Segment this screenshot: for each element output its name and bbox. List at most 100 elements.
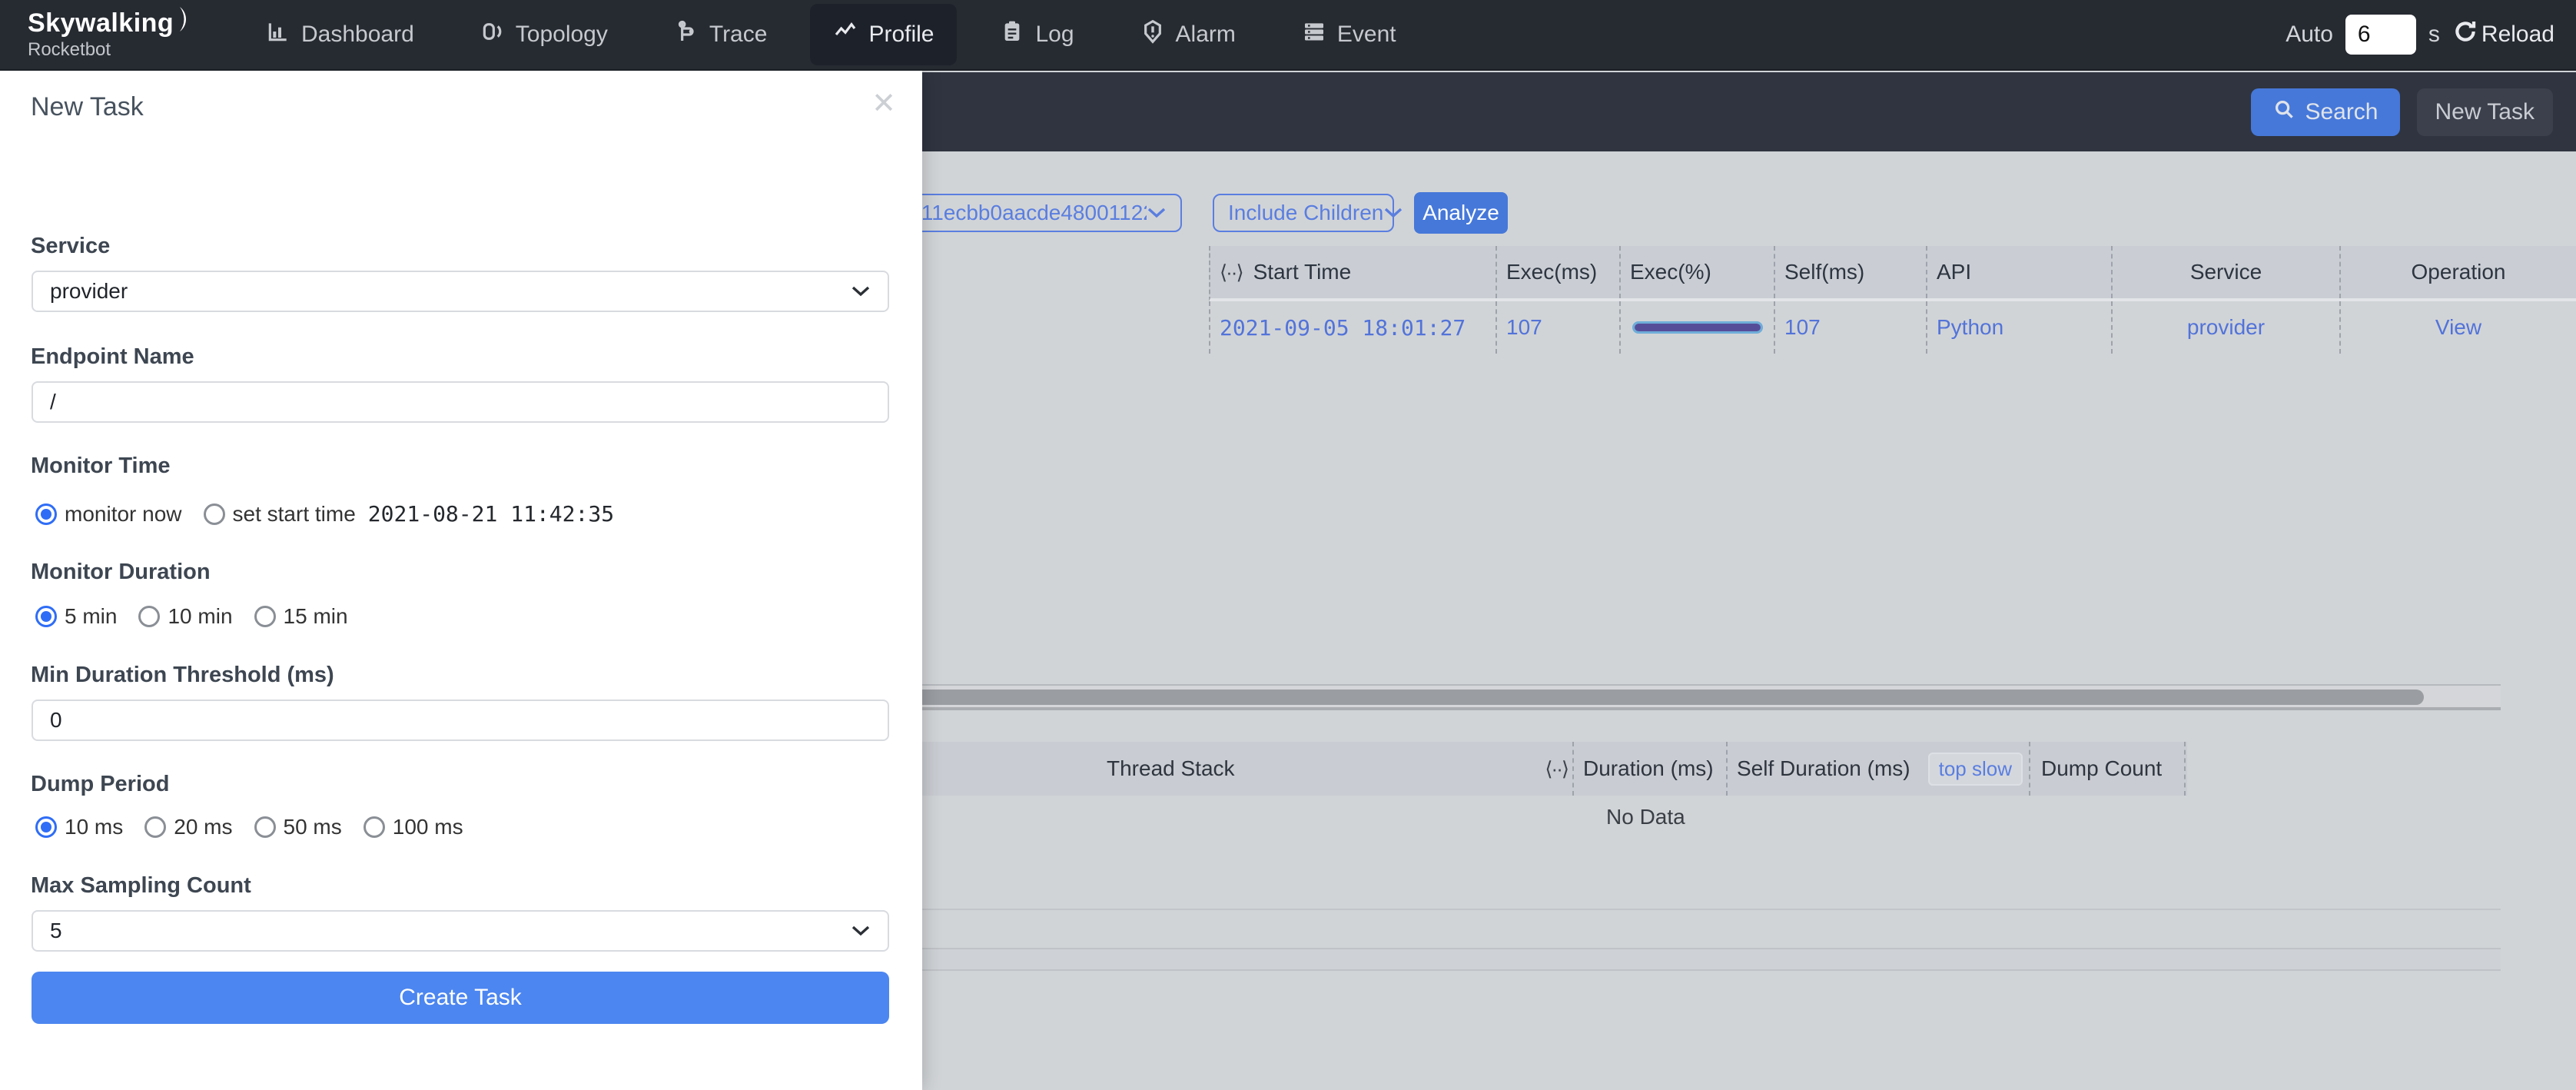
radio-icon[interactable] [35, 606, 57, 627]
radio-icon[interactable] [254, 606, 276, 627]
analyze-button[interactable]: Analyze [1414, 192, 1508, 234]
radio-icon[interactable] [138, 606, 160, 627]
max-sampling-value: 5 [50, 919, 62, 943]
chevron-down-icon [851, 925, 871, 937]
reload-label: Reload [2481, 22, 2554, 48]
endpoint-label: Endpoint Name [31, 344, 194, 370]
horizontal-scrollbar-track[interactable] [868, 684, 2501, 710]
radio-icon[interactable] [144, 816, 166, 838]
monitor-duration-label: Monitor Duration [31, 560, 211, 585]
dashboard-icon [266, 19, 290, 50]
header-exec-ms: Exec(ms) [1495, 246, 1619, 298]
radio-10ms[interactable]: 10 ms [35, 815, 123, 839]
radio-20ms[interactable]: 20 ms [144, 815, 232, 839]
moon-logo-icon [175, 5, 198, 40]
nav-item-topology[interactable]: Topology [457, 4, 631, 65]
header-start-time: ⟨··⟩ Start Time [1210, 246, 1495, 298]
monitor-time-options: monitor now set start time 2021-08-21 11… [35, 501, 614, 527]
service-label: Service [31, 234, 110, 259]
service-select[interactable]: provider [32, 271, 889, 312]
endpoint-input[interactable]: / [32, 381, 889, 423]
create-task-label: Create Task [399, 985, 522, 1011]
nav-label: Log [1035, 22, 1074, 48]
radio-icon[interactable] [35, 503, 57, 525]
event-icon [1302, 19, 1326, 50]
span-table: ⟨··⟩ Start Time Exec(ms) Exec(%) Self(ms… [1209, 246, 2576, 354]
radio-5min[interactable]: 5 min [35, 604, 117, 629]
nav-label: Event [1337, 22, 1396, 48]
nav-item-alarm[interactable]: Alarm [1117, 4, 1259, 65]
no-data-text: No Data [1606, 805, 1685, 829]
nav-item-log[interactable]: Log [977, 4, 1097, 65]
cell-api: Python [1926, 301, 2111, 354]
nav-item-trace[interactable]: Trace [651, 4, 791, 65]
radio-monitor-now[interactable]: monitor now [35, 502, 182, 527]
row-divider [868, 909, 2501, 910]
reload-button[interactable]: Reload [2452, 18, 2554, 51]
chevron-down-icon [851, 285, 871, 297]
nav-label: Topology [516, 22, 608, 48]
radio-icon[interactable] [204, 503, 225, 525]
new-task-button[interactable]: New Task [2417, 88, 2554, 136]
profile-icon [833, 19, 858, 50]
service-value: provider [50, 279, 128, 304]
cell-start-time: 2021-09-05 18:01:27 [1210, 301, 1495, 354]
header-exec-pct: Exec(%) [1619, 246, 1774, 298]
search-label: Search [2305, 99, 2378, 125]
drawer-title: New Task [31, 92, 144, 122]
new-task-label: New Task [2435, 99, 2535, 125]
app-logo: Skywalking Rocketbot [28, 10, 220, 60]
monitor-time-label: Monitor Time [31, 454, 171, 479]
include-children-value: Include Children [1228, 201, 1383, 225]
top-slow-button[interactable]: top slow [1928, 753, 2023, 786]
radio-set-start-time[interactable]: set start time [204, 502, 356, 527]
header-operation: Operation [2339, 246, 2576, 298]
column-resize-icon[interactable]: ⟨··⟩ [1220, 261, 1243, 284]
nav-item-dashboard[interactable]: Dashboard [243, 4, 437, 65]
brand-name: Skywalking [28, 10, 174, 38]
chevron-down-icon [1147, 207, 1167, 219]
close-icon[interactable]: ✕ [871, 89, 896, 118]
radio-10min[interactable]: 10 min [138, 604, 232, 629]
radio-50ms[interactable]: 50 ms [254, 815, 342, 839]
radio-icon[interactable] [35, 816, 57, 838]
header-duration: Duration (ms) [1572, 742, 1726, 796]
header-dump-count: Dump Count [2030, 742, 2186, 796]
exec-progress-fill [1635, 324, 1761, 331]
chevron-down-icon [1383, 207, 1403, 219]
start-time-value[interactable]: 2021-08-21 11:42:35 [368, 501, 614, 527]
auto-reload-controls: Auto s Reload [2286, 15, 2554, 55]
min-duration-input[interactable]: 0 [32, 700, 889, 741]
cell-exec-ms: 107 [1495, 301, 1619, 354]
header-service: Service [2111, 246, 2339, 298]
auto-interval-input[interactable] [2345, 15, 2416, 55]
monitor-duration-options: 5 min 10 min 15 min [35, 604, 370, 629]
horizontal-scrollbar-thumb[interactable] [868, 690, 2424, 705]
analyze-label: Analyze [1422, 201, 1499, 225]
new-task-drawer: New Task ✕ Service provider Endpoint Nam… [0, 71, 922, 1090]
top-navbar: Skywalking Rocketbot Dashboard Topology … [0, 0, 2576, 71]
radio-icon[interactable] [363, 816, 385, 838]
view-link[interactable]: View [2339, 301, 2576, 354]
main-nav: Dashboard Topology Trace Profile Log Ala… [243, 4, 1419, 65]
create-task-button[interactable]: Create Task [32, 972, 889, 1024]
span-table-header: ⟨··⟩ Start Time Exec(ms) Exec(%) Self(ms… [1209, 246, 2576, 301]
radio-15min[interactable]: 15 min [254, 604, 348, 629]
dump-period-options: 10 ms 20 ms 50 ms 100 ms [35, 815, 485, 839]
trace-id-value: e3011ecbb0aacde48001122 [885, 201, 1147, 225]
exec-progress-track [1632, 321, 1763, 334]
endpoint-value: / [50, 390, 56, 414]
radio-icon[interactable] [254, 816, 276, 838]
auto-label: Auto [2286, 22, 2333, 48]
column-resize-icon[interactable]: ⟨··⟩ [1545, 757, 1568, 781]
span-table-row[interactable]: 2021-09-05 18:01:27 107 107 Python provi… [1209, 301, 2576, 354]
radio-100ms[interactable]: 100 ms [363, 815, 463, 839]
nav-item-profile[interactable]: Profile [810, 4, 957, 65]
brand-subtitle: Rocketbot [28, 40, 220, 59]
include-children-select[interactable]: Include Children [1213, 194, 1394, 232]
nav-label: Profile [868, 22, 934, 48]
log-icon [1000, 19, 1024, 50]
search-button[interactable]: Search [2251, 88, 2399, 136]
nav-item-event[interactable]: Event [1279, 4, 1419, 65]
max-sampling-select[interactable]: 5 [32, 910, 889, 952]
